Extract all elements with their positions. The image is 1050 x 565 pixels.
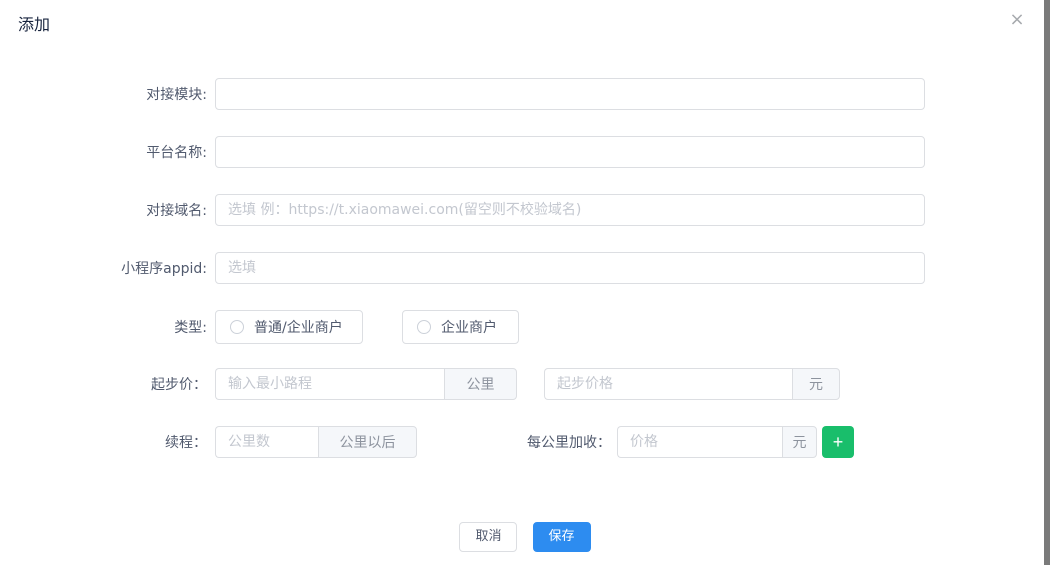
- renewal-distance-unit: 公里以后: [318, 426, 417, 458]
- radio-normal-merchant[interactable]: 普通/企业商户: [215, 310, 363, 344]
- renewal-label: 续程：: [0, 432, 207, 452]
- domain-input[interactable]: [215, 194, 925, 226]
- per-km-surcharge-label: 每公里加收：: [417, 432, 611, 452]
- platform-label: 平台名称:: [0, 142, 207, 162]
- appid-input[interactable]: [215, 252, 925, 284]
- min-distance-group: 公里: [215, 368, 517, 400]
- base-fare-group: 元: [544, 368, 840, 400]
- cancel-button[interactable]: 取消: [459, 522, 517, 552]
- dialog-footer: 取消 保存: [0, 522, 1050, 552]
- radio-normal-merchant-label: 普通/企业商户: [254, 317, 343, 337]
- base-fare-unit: 元: [792, 368, 840, 400]
- platform-input[interactable]: [215, 136, 925, 168]
- form-row-base-price: 起步价： 公里 元: [0, 368, 1020, 400]
- form-row-renewal: 续程： 公里以后 每公里加收： 元 +: [0, 426, 1020, 458]
- module-label: 对接模块:: [0, 84, 207, 104]
- min-distance-input[interactable]: [215, 368, 444, 400]
- radio-circle-icon: [230, 320, 244, 334]
- renewal-distance-group: 公里以后: [215, 426, 417, 458]
- per-km-price-input[interactable]: [617, 426, 782, 458]
- form-row-module: 对接模块:: [0, 78, 1020, 110]
- form-row-domain: 对接域名:: [0, 194, 1020, 226]
- form-row-platform: 平台名称:: [0, 136, 1020, 168]
- form-row-appid: 小程序appid:: [0, 252, 1020, 284]
- radio-enterprise-merchant[interactable]: 企业商户: [402, 310, 519, 344]
- renewal-distance-input[interactable]: [215, 426, 318, 458]
- save-button[interactable]: 保存: [533, 522, 591, 552]
- radio-enterprise-merchant-label: 企业商户: [441, 317, 497, 337]
- base-price-label: 起步价：: [0, 374, 207, 394]
- per-km-price-unit: 元: [782, 426, 817, 458]
- domain-label: 对接域名:: [0, 200, 207, 220]
- add-tier-button[interactable]: +: [822, 426, 854, 458]
- min-distance-unit: 公里: [444, 368, 517, 400]
- form-row-type: 类型: 普通/企业商户 企业商户: [0, 310, 1020, 344]
- scrollbar[interactable]: [1044, 0, 1050, 565]
- appid-label: 小程序appid:: [0, 258, 207, 278]
- per-km-price-group: 元: [617, 426, 817, 458]
- dialog-title: 添加: [18, 11, 50, 35]
- base-fare-input[interactable]: [544, 368, 792, 400]
- close-icon[interactable]: ×: [1005, 8, 1029, 32]
- radio-circle-icon: [417, 320, 431, 334]
- type-label: 类型:: [0, 317, 207, 337]
- module-input[interactable]: [215, 78, 925, 110]
